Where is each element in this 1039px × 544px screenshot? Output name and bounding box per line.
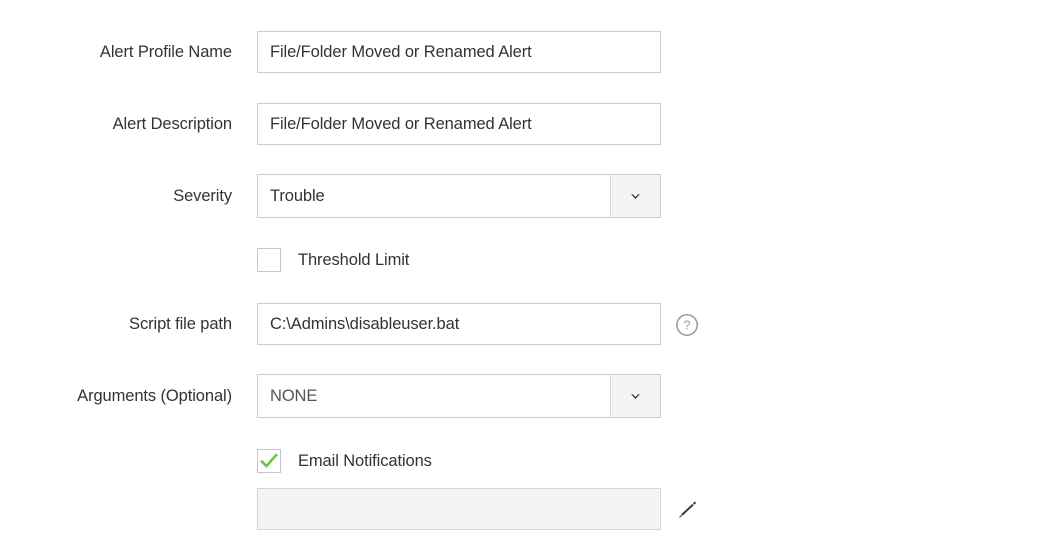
threshold-limit-label: Threshold Limit bbox=[298, 250, 410, 269]
email-recipients-input[interactable] bbox=[257, 488, 661, 530]
arguments-select[interactable]: NONE bbox=[257, 374, 661, 418]
label-alert-description: Alert Description bbox=[112, 115, 232, 133]
form-row-script-file-path: Script file path C:\Admins\disableuser.b… bbox=[0, 303, 661, 345]
script-file-path-input[interactable]: C:\Admins\disableuser.bat bbox=[257, 303, 661, 345]
arguments-select-button[interactable] bbox=[610, 375, 660, 417]
label-arguments: Arguments (Optional) bbox=[77, 387, 232, 405]
severity-select-value: Trouble bbox=[270, 186, 325, 205]
field-severity: Trouble bbox=[257, 174, 661, 218]
email-recipients-edit-button[interactable] bbox=[675, 498, 699, 522]
severity-select-button[interactable] bbox=[610, 175, 660, 217]
severity-select[interactable]: Trouble bbox=[257, 174, 661, 218]
alert-profile-name-input[interactable]: File/Folder Moved or Renamed Alert bbox=[257, 31, 661, 73]
form-row-alert-description: Alert Description File/Folder Moved or R… bbox=[0, 103, 661, 145]
form-row-email-recipients bbox=[0, 488, 661, 530]
email-notifications-row[interactable]: Email Notifications bbox=[257, 449, 432, 473]
arguments-select-value: NONE bbox=[270, 386, 318, 405]
chevron-down-icon bbox=[631, 393, 640, 399]
field-script-file-path: C:\Admins\disableuser.bat bbox=[257, 303, 661, 345]
chevron-down-icon bbox=[631, 193, 640, 199]
alert-description-input[interactable]: File/Folder Moved or Renamed Alert bbox=[257, 103, 661, 145]
email-notifications-checkbox[interactable] bbox=[257, 449, 281, 473]
form-row-alert-profile-name: Alert Profile Name File/Folder Moved or … bbox=[0, 31, 661, 73]
form-row-severity: Severity Trouble bbox=[0, 174, 661, 218]
threshold-limit-row[interactable]: Threshold Limit bbox=[257, 248, 409, 272]
check-icon bbox=[260, 453, 278, 468]
svg-text:?: ? bbox=[684, 319, 691, 333]
field-alert-profile-name: File/Folder Moved or Renamed Alert bbox=[257, 31, 661, 73]
script-file-path-help-button[interactable]: ? bbox=[675, 313, 699, 337]
field-arguments: NONE bbox=[257, 374, 661, 418]
form-row-arguments: Arguments (Optional) NONE bbox=[0, 374, 661, 418]
label-script-file-path: Script file path bbox=[129, 315, 232, 333]
email-notifications-label: Email Notifications bbox=[298, 451, 432, 470]
label-alert-profile-name: Alert Profile Name bbox=[99, 43, 232, 61]
pencil-edit-icon bbox=[679, 501, 697, 518]
threshold-limit-checkbox[interactable] bbox=[257, 248, 281, 272]
field-alert-description: File/Folder Moved or Renamed Alert bbox=[257, 103, 661, 145]
help-circle-icon: ? bbox=[676, 314, 698, 336]
alert-profile-form: Alert Profile Name File/Folder Moved or … bbox=[0, 0, 1039, 544]
field-email-recipients bbox=[257, 488, 661, 530]
label-severity: Severity bbox=[173, 187, 232, 205]
